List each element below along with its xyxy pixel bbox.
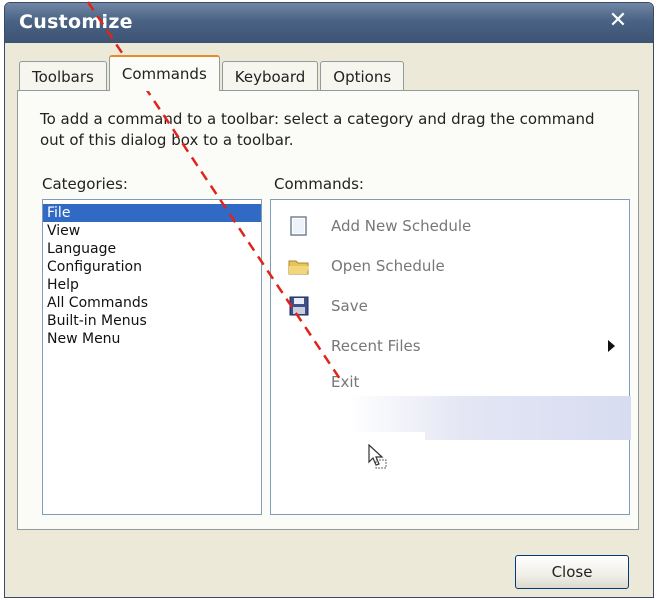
tab-options[interactable]: Options: [320, 61, 405, 91]
close-button[interactable]: Close: [515, 555, 629, 589]
category-all-commands[interactable]: All Commands: [43, 294, 261, 312]
new-document-icon: [290, 216, 307, 236]
category-built-in-menus[interactable]: Built-in Menus: [43, 312, 261, 330]
title-bar[interactable]: Customize ✕: [5, 3, 653, 43]
command-recent-files[interactable]: Recent Files: [271, 328, 629, 366]
tab-keyboard[interactable]: Keyboard: [221, 61, 319, 91]
categories-list[interactable]: File View Language Configuration Help Al…: [42, 199, 262, 515]
command-open-schedule[interactable]: Open Schedule: [271, 248, 629, 286]
category-new-menu[interactable]: New Menu: [43, 330, 261, 348]
command-label: Exit: [331, 373, 360, 391]
category-file[interactable]: File: [43, 204, 261, 222]
command-add-new-schedule[interactable]: Add New Schedule: [271, 208, 629, 246]
command-exit[interactable]: Exit: [271, 364, 629, 402]
command-save[interactable]: Save: [271, 288, 629, 326]
open-folder-icon: [288, 260, 309, 275]
close-icon[interactable]: ✕: [601, 7, 635, 35]
instructions-text: To add a command to a toolbar: select a …: [40, 110, 595, 149]
tab-toolbars[interactable]: Toolbars: [19, 61, 107, 91]
categories-label: Categories:: [42, 175, 128, 193]
commands-label: Commands:: [274, 175, 364, 193]
command-label: Add New Schedule: [331, 217, 472, 235]
commands-panel: To add a command to a toolbar: select a …: [17, 90, 639, 530]
command-label: Open Schedule: [331, 257, 445, 275]
category-view[interactable]: View: [43, 222, 261, 240]
tab-strip: Toolbars Commands Keyboard Options: [19, 55, 406, 91]
command-label: Recent Files: [331, 337, 421, 355]
drag-cursor-icon: [368, 444, 387, 469]
command-label: Save: [331, 297, 368, 315]
customize-dialog: Customize ✕ Toolbars Commands Keyboard O…: [4, 2, 654, 598]
category-help[interactable]: Help: [43, 276, 261, 294]
commands-list[interactable]: Add New Schedule Open Schedule Save Rece…: [270, 199, 631, 515]
tab-commands[interactable]: Commands: [108, 55, 220, 91]
dialog-title: Customize: [19, 11, 133, 33]
submenu-arrow-icon: [608, 340, 615, 352]
floppy-disk-icon: [289, 296, 309, 316]
category-configuration[interactable]: Configuration: [43, 258, 261, 276]
category-language[interactable]: Language: [43, 240, 261, 258]
